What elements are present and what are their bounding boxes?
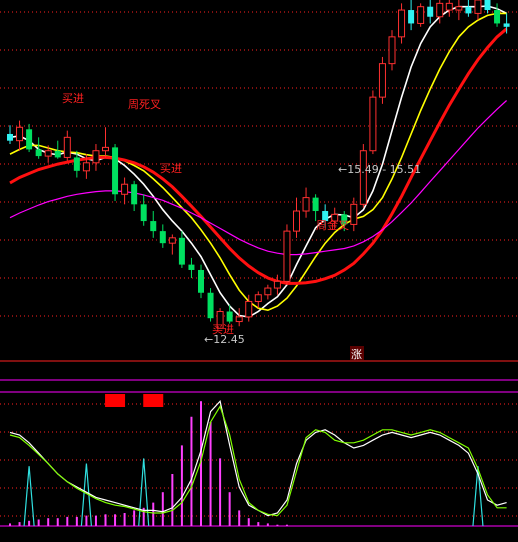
candle-body	[417, 6, 425, 24]
candle-body	[54, 150, 61, 158]
candle-body	[254, 294, 262, 302]
range-price-marker: ←15.49 - 15.51	[338, 163, 421, 176]
candle-body	[121, 183, 129, 195]
candle-body	[168, 237, 176, 244]
rise-badge: 涨	[351, 348, 362, 361]
golden-cross-label: 周金叉	[316, 218, 349, 232]
candle-body	[359, 150, 367, 205]
candle-body	[35, 149, 42, 157]
candle-body	[369, 96, 377, 152]
candle-body	[350, 203, 358, 225]
candle-body	[445, 2, 453, 11]
chart-background	[0, 0, 518, 542]
candle-body	[44, 150, 52, 157]
candle-body	[7, 133, 13, 141]
candle-body	[73, 157, 80, 171]
candle-body	[26, 129, 33, 150]
candle-body	[408, 10, 415, 24]
candle-body	[283, 230, 291, 282]
candle-body	[140, 204, 147, 222]
candle-body	[102, 146, 109, 152]
candle-body	[92, 150, 100, 164]
candle-body	[302, 197, 310, 212]
candle-body	[207, 292, 214, 319]
candle-body	[503, 23, 510, 27]
low-price-marker: ←12.45	[204, 333, 245, 346]
candle-body	[312, 197, 319, 212]
candle-body	[198, 269, 204, 293]
range-price-value: 15.49 - 15.51	[347, 163, 421, 176]
candle-body	[273, 280, 281, 289]
candle-body	[436, 2, 444, 18]
candle-body	[131, 184, 138, 205]
candle-body	[63, 136, 71, 158]
candle-body	[474, 0, 482, 14]
candle-body	[378, 63, 386, 98]
candle-body	[16, 126, 24, 142]
candle-body	[388, 36, 396, 65]
candle-body	[112, 147, 119, 195]
candle-body	[226, 311, 233, 322]
candle-body	[465, 6, 472, 14]
candle-body	[293, 210, 300, 232]
candle-body	[235, 316, 243, 323]
oscillator-alert-box	[105, 394, 126, 407]
stock-chart: 买进 买进 买进 周死叉 周金叉 ←12.45 ←15.49 - 15.51 涨	[0, 0, 518, 542]
death-cross-label: 周死叉	[128, 98, 161, 111]
candle-body	[178, 237, 185, 265]
candle-body	[82, 162, 90, 172]
buy-label-2: 买进	[160, 162, 182, 175]
oscillator-alert-box	[143, 394, 164, 407]
candle-body	[245, 300, 253, 318]
candle-body	[427, 6, 434, 17]
candle-body	[159, 231, 166, 244]
candle-body	[398, 9, 406, 38]
candle-body	[188, 264, 195, 270]
buy-label-1: 买进	[62, 92, 84, 105]
candle-body	[455, 6, 463, 11]
candle-body	[484, 0, 491, 11]
candle-body	[494, 10, 501, 24]
candle-body	[150, 221, 157, 232]
low-price-value: 12.45	[213, 333, 245, 346]
candle-body	[264, 287, 272, 296]
